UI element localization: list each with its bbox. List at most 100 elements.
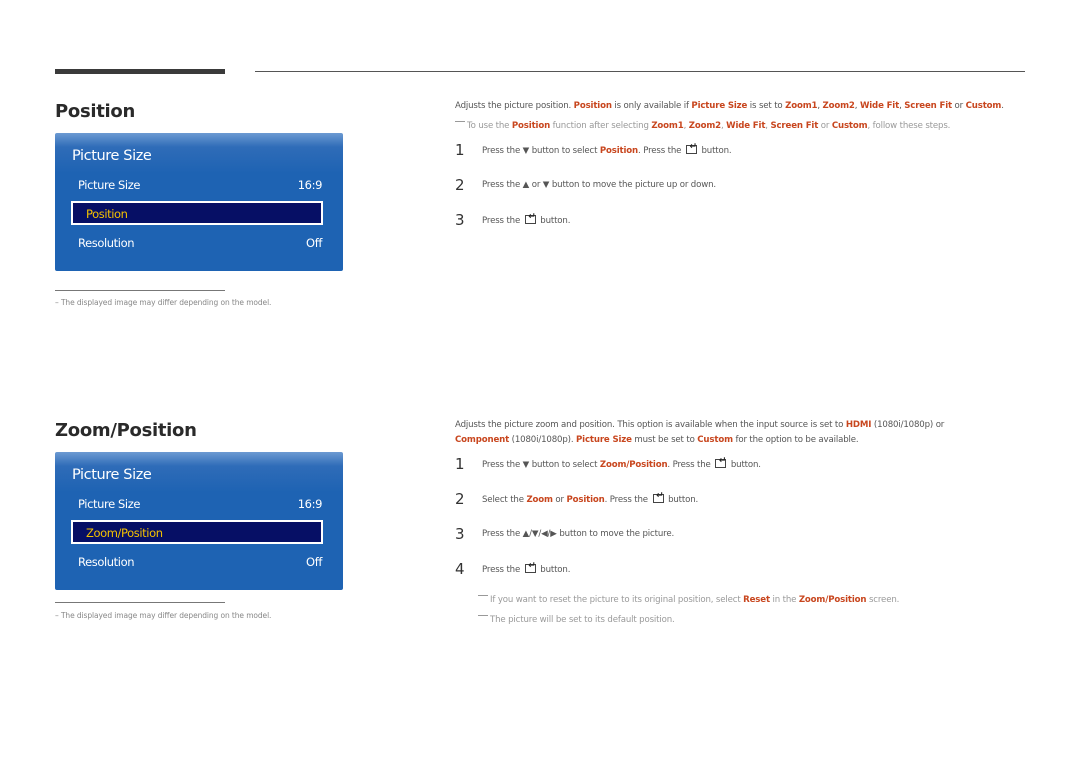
step-text: Press the button. — [482, 212, 571, 226]
enter-button-icon — [524, 212, 536, 224]
step-2: 2 Select the Zoom or Position. Press the… — [455, 490, 698, 508]
step-4: 4 Press the button. — [455, 560, 570, 578]
enter-button-icon — [685, 142, 697, 154]
note-default: The picture will be set to its default p… — [478, 613, 1038, 628]
osd-row-label: Picture Size — [78, 178, 141, 192]
note-dash — [478, 595, 488, 596]
step-3: 3 Press the button. — [455, 211, 570, 229]
osd-row-picture-size[interactable]: Picture Size 16:9 — [78, 497, 322, 511]
note-dash — [478, 615, 488, 616]
text-run: Press the — [482, 564, 523, 575]
highlight-term: Zoom2 — [822, 101, 855, 111]
text-run: Select the — [482, 494, 527, 505]
text-run: button. — [698, 145, 732, 156]
enter-button-icon — [524, 561, 536, 573]
highlight-term: Screen Fit — [904, 101, 952, 111]
header-rule-thin — [255, 71, 1025, 72]
text-run: or — [552, 494, 567, 505]
step-number: 4 — [455, 560, 465, 578]
note-reset: If you want to reset the picture to its … — [478, 593, 1038, 608]
highlight-term: Position — [573, 101, 612, 111]
step-3: 3 Press the ▲/▼/◀/▶ button to move the p… — [455, 525, 674, 543]
footnote-text: The displayed image may differ depending… — [60, 298, 272, 307]
osd-row-value: 16:9 — [297, 178, 323, 192]
osd-row-resolution[interactable]: Resolution Off — [78, 236, 322, 250]
highlight-term: Reset — [743, 595, 770, 605]
osd-row-label: Zoom/Position — [86, 526, 163, 540]
text-run: must be set to — [631, 435, 698, 445]
text-run: button. — [537, 215, 571, 226]
highlight-term: Custom — [697, 435, 733, 445]
text-run: Press the ▼ button to select — [482, 145, 600, 156]
step-number: 2 — [455, 490, 465, 508]
text-run: button. — [537, 564, 571, 575]
osd-row-resolution[interactable]: Resolution Off — [78, 555, 322, 569]
step-number: 2 — [455, 176, 465, 194]
step-number: 3 — [455, 525, 465, 543]
text-run: screen. — [866, 595, 900, 605]
osd-title: Picture Size — [72, 467, 152, 483]
highlight-term: Custom — [831, 121, 868, 131]
osd-row-value: Off — [306, 555, 322, 569]
text-run: is set to — [747, 101, 786, 111]
footnote-rule — [55, 602, 225, 603]
highlight-term: Custom — [965, 101, 1002, 111]
header-rule-thick — [55, 69, 225, 74]
highlight-term: Zoom/Position — [798, 595, 867, 605]
highlight-term: Wide Fit — [859, 101, 900, 111]
highlight-term: Zoom/Position — [599, 459, 668, 470]
osd-row-label: Resolution — [78, 236, 135, 250]
osd-row-zoom-position-selected[interactable]: Zoom/Position — [71, 520, 323, 544]
highlight-term: Zoom1 — [651, 121, 684, 131]
description-position: Adjusts the picture position. Position i… — [455, 99, 1035, 114]
osd-row-position-selected[interactable]: Position — [71, 201, 323, 225]
text-run: is only available if — [611, 101, 692, 111]
text-run: (1080i/1080p). — [509, 435, 577, 445]
highlight-term: Screen Fit — [770, 121, 819, 131]
osd-row-value: 16:9 — [297, 497, 323, 511]
text-run: or — [818, 121, 832, 131]
step-text: Press the ▼ button to select Position. P… — [482, 142, 732, 156]
text-run: button. — [728, 459, 761, 470]
note-text: If you want to reset the picture to its … — [490, 595, 899, 605]
highlight-term: Position — [511, 121, 551, 131]
text-run: in the — [769, 595, 799, 605]
osd-menu-zoom-position: Picture Size Picture Size 16:9 Zoom/Posi… — [55, 452, 343, 590]
highlight-term: Position — [599, 145, 639, 156]
text-run: (1080i/1080p) or — [871, 420, 945, 430]
text-run: Adjusts the picture position. — [455, 101, 574, 111]
note-dash — [455, 121, 465, 122]
highlight-term: Zoom1 — [785, 101, 818, 111]
text-run: The picture will be set to its default p… — [490, 615, 675, 625]
text-run: To use the — [467, 121, 512, 131]
osd-row-picture-size[interactable]: Picture Size 16:9 — [78, 178, 322, 192]
text-run: or — [951, 101, 966, 111]
text-run: Adjusts the picture zoom and position. T… — [455, 420, 846, 430]
highlight-term: Zoom — [526, 494, 553, 505]
step-number: 3 — [455, 211, 465, 229]
text-run: for the option to be available. — [732, 435, 859, 445]
note-position: To use the Position function after selec… — [455, 119, 1035, 134]
osd-title: Picture Size — [72, 148, 152, 164]
osd-menu-position: Picture Size Picture Size 16:9 Position … — [55, 133, 343, 271]
enter-button-icon — [652, 491, 664, 503]
text-run: Press the ▲/▼/◀/▶ button to move the pic… — [482, 529, 675, 539]
footnote: – The displayed image may differ dependi… — [55, 298, 272, 307]
step-1: 1 Press the ▼ button to select Position.… — [455, 141, 732, 159]
section-title-position: Position — [55, 101, 135, 122]
highlight-term: Component — [455, 435, 510, 445]
highlight-term: Picture Size — [576, 435, 632, 445]
note-text: The picture will be set to its default p… — [490, 615, 675, 625]
step-text: Press the ▼ button to select Zoom/Positi… — [482, 456, 761, 470]
step-text: Press the ▲/▼/◀/▶ button to move the pic… — [482, 529, 674, 539]
text-run: . Press the — [604, 494, 651, 505]
description-zoom-position: Adjusts the picture zoom and position. T… — [455, 418, 1035, 448]
highlight-term: Picture Size — [691, 101, 748, 111]
section-title-zoom-position: Zoom/Position — [55, 420, 197, 441]
highlight-term: Zoom2 — [688, 121, 721, 131]
note-text: To use the Position function after selec… — [467, 121, 950, 131]
osd-row-label: Picture Size — [78, 497, 141, 511]
step-text: Press the ▲ or ▼ button to move the pict… — [482, 180, 716, 190]
text-run: . Press the — [667, 459, 714, 470]
highlight-term: HDMI — [845, 420, 872, 430]
